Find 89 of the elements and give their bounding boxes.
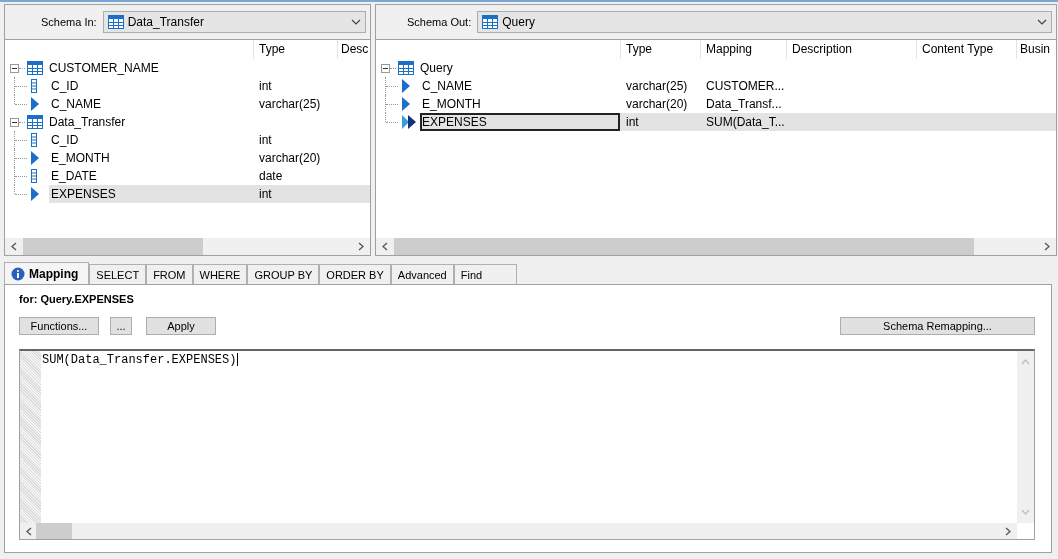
- schema-remapping-button[interactable]: Schema Remapping...: [840, 317, 1035, 335]
- field-name: E_DATE: [51, 169, 97, 183]
- table-icon: [398, 61, 414, 75]
- tab[interactable]: Mapping: [4, 262, 90, 284]
- scroll-right-icon[interactable]: [1044, 242, 1050, 251]
- tree-row[interactable]: C_NAME varchar(25): [49, 95, 370, 113]
- column-header[interactable]: Type: [620, 40, 700, 59]
- double-triangle-icon: [402, 115, 416, 129]
- collapse-icon[interactable]: [10, 117, 19, 127]
- column-icon: [31, 133, 37, 147]
- type-cell: int: [259, 187, 272, 201]
- toolbar-button[interactable]: ...: [110, 317, 132, 335]
- column-header[interactable]: Mapping: [700, 40, 786, 59]
- table-icon: [107, 15, 124, 29]
- tree-row[interactable]: E_MONTH varchar(20) Data_Transf...: [420, 95, 1056, 113]
- scrollbar-thumb[interactable]: [36, 522, 72, 539]
- column-header[interactable]: Description: [786, 40, 916, 59]
- scrollbar-thumb[interactable]: [23, 238, 203, 255]
- field-name: C_ID: [51, 79, 79, 93]
- field-name: C_ID: [51, 133, 79, 147]
- field-name: EXPENSES: [51, 187, 116, 201]
- table-icon: [482, 15, 499, 29]
- mapping-cell: Data_Transf...: [706, 97, 782, 111]
- schema-label: Schema Out:: [407, 16, 472, 28]
- table-name[interactable]: CUSTOMER_NAME: [49, 61, 159, 75]
- tab[interactable]: SELECT: [89, 264, 147, 284]
- horizontal-scrollbar[interactable]: [20, 523, 1017, 539]
- chevron-down-icon: [1037, 19, 1047, 25]
- column-header[interactable]: Desc: [337, 40, 370, 59]
- chevron-down-icon: [351, 19, 361, 25]
- tab[interactable]: ORDER BY: [319, 264, 391, 284]
- type-cell: varchar(20): [259, 151, 321, 165]
- tree-row[interactable]: E_DATE date: [49, 167, 370, 185]
- table-icon: [27, 61, 43, 75]
- field-name: C_NAME: [422, 79, 472, 93]
- type-cell: date: [259, 169, 283, 183]
- type-cell: int: [259, 133, 272, 147]
- table-name[interactable]: Query: [420, 61, 453, 75]
- mapping-editor[interactable]: SUM(Data_Transfer.EXPENSES): [19, 349, 1035, 540]
- table-icon: [27, 115, 43, 129]
- toolbar-button[interactable]: Apply: [146, 317, 216, 335]
- field-name: C_NAME: [51, 97, 101, 111]
- tree-row[interactable]: C_ID int: [49, 131, 370, 149]
- scroll-right-icon[interactable]: [358, 242, 364, 251]
- tab[interactable]: Find: [453, 264, 518, 284]
- scroll-left-icon[interactable]: [11, 242, 17, 251]
- tree-row[interactable]: EXPENSES int SUM(Data_T...: [420, 113, 1056, 131]
- toolbar-button[interactable]: Functions...: [19, 317, 99, 335]
- type-cell: int: [259, 79, 272, 93]
- column-header[interactable]: Content Type: [916, 40, 1016, 59]
- tree-row[interactable]: E_MONTH varchar(20): [49, 149, 370, 167]
- tab[interactable]: GROUP BY: [247, 264, 320, 284]
- triangle-icon: [31, 151, 39, 165]
- type-cell: varchar(20): [626, 97, 688, 111]
- schema-label: Schema In:: [41, 16, 97, 28]
- field-name: E_MONTH: [51, 151, 110, 165]
- type-cell: varchar(25): [259, 97, 321, 111]
- schema-dropdown[interactable]: Data_Transfer: [102, 11, 366, 33]
- tab[interactable]: FROM: [146, 264, 193, 284]
- mapping-cell: CUSTOMER...: [706, 79, 785, 93]
- triangle-icon: [402, 79, 410, 93]
- type-cell: int: [626, 115, 639, 129]
- tree-row[interactable]: C_NAME varchar(25) CUSTOMER...: [420, 77, 1056, 95]
- mapping-cell: SUM(Data_T...: [706, 115, 785, 129]
- tab[interactable]: WHERE: [192, 264, 248, 284]
- triangle-icon: [31, 187, 39, 201]
- field-name: EXPENSES: [422, 115, 487, 129]
- schema-dropdown[interactable]: Query: [477, 11, 1052, 33]
- triangle-icon: [31, 97, 39, 111]
- table-name[interactable]: Data_Transfer: [49, 115, 126, 129]
- info-icon: [11, 266, 25, 281]
- tree-row[interactable]: C_ID int: [49, 77, 370, 95]
- tree-row[interactable]: EXPENSES int: [49, 185, 370, 203]
- column-icon: [31, 79, 37, 93]
- collapse-icon[interactable]: [10, 63, 19, 73]
- type-cell: varchar(25): [626, 79, 688, 93]
- column-header[interactable]: Type: [253, 40, 337, 59]
- collapse-icon[interactable]: [381, 63, 390, 73]
- column-icon: [31, 169, 37, 183]
- tab[interactable]: Advanced: [390, 264, 454, 284]
- field-name: E_MONTH: [422, 97, 481, 111]
- scroll-left-icon[interactable]: [382, 242, 388, 251]
- scroll-left-icon[interactable]: [26, 526, 32, 536]
- column-header[interactable]: Busin: [1016, 40, 1056, 59]
- scroll-right-icon[interactable]: [1005, 526, 1011, 536]
- mapping-target: for: Query.EXPENSES: [19, 292, 135, 307]
- triangle-icon: [402, 97, 410, 111]
- code-text: SUM(Data_Transfer.EXPENSES): [42, 353, 237, 367]
- horizontal-scrollbar[interactable]: [5, 238, 370, 255]
